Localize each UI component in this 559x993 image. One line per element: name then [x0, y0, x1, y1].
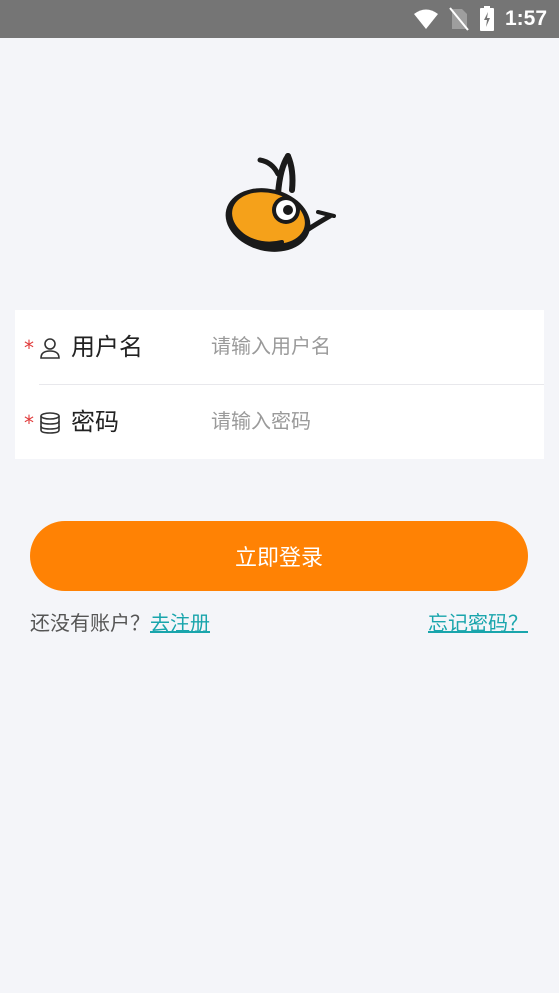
username-input[interactable] — [211, 324, 531, 368]
no-sim-icon — [449, 7, 469, 31]
status-bar: 1:57 — [0, 0, 559, 38]
username-label: 用户名 — [71, 333, 143, 361]
required-mark: * — [24, 411, 34, 435]
forgot-password-link[interactable]: 忘记密码？ — [428, 607, 528, 636]
bee-mascot-logo — [225, 153, 336, 252]
password-row: * 密码 — [15, 385, 544, 459]
password-input[interactable] — [211, 399, 531, 443]
status-icons: 1:57 — [413, 6, 547, 32]
battery-charging-icon — [479, 6, 494, 31]
login-button[interactable]: 立即登录 — [30, 521, 528, 591]
password-label: 密码 — [71, 408, 119, 436]
register-link[interactable]: 去注册 — [150, 611, 210, 635]
username-row: * 用户名 — [15, 310, 544, 384]
register-prompt: 还没有账户？去注册 — [30, 607, 210, 636]
user-icon — [40, 338, 60, 359]
required-mark: * — [24, 336, 34, 360]
login-form: * 用户名 * 密码 — [15, 310, 544, 459]
no-account-text: 还没有账户？ — [30, 611, 150, 635]
wifi-icon — [413, 9, 438, 29]
status-time: 1:57 — [504, 7, 547, 30]
database-icon — [40, 412, 60, 434]
